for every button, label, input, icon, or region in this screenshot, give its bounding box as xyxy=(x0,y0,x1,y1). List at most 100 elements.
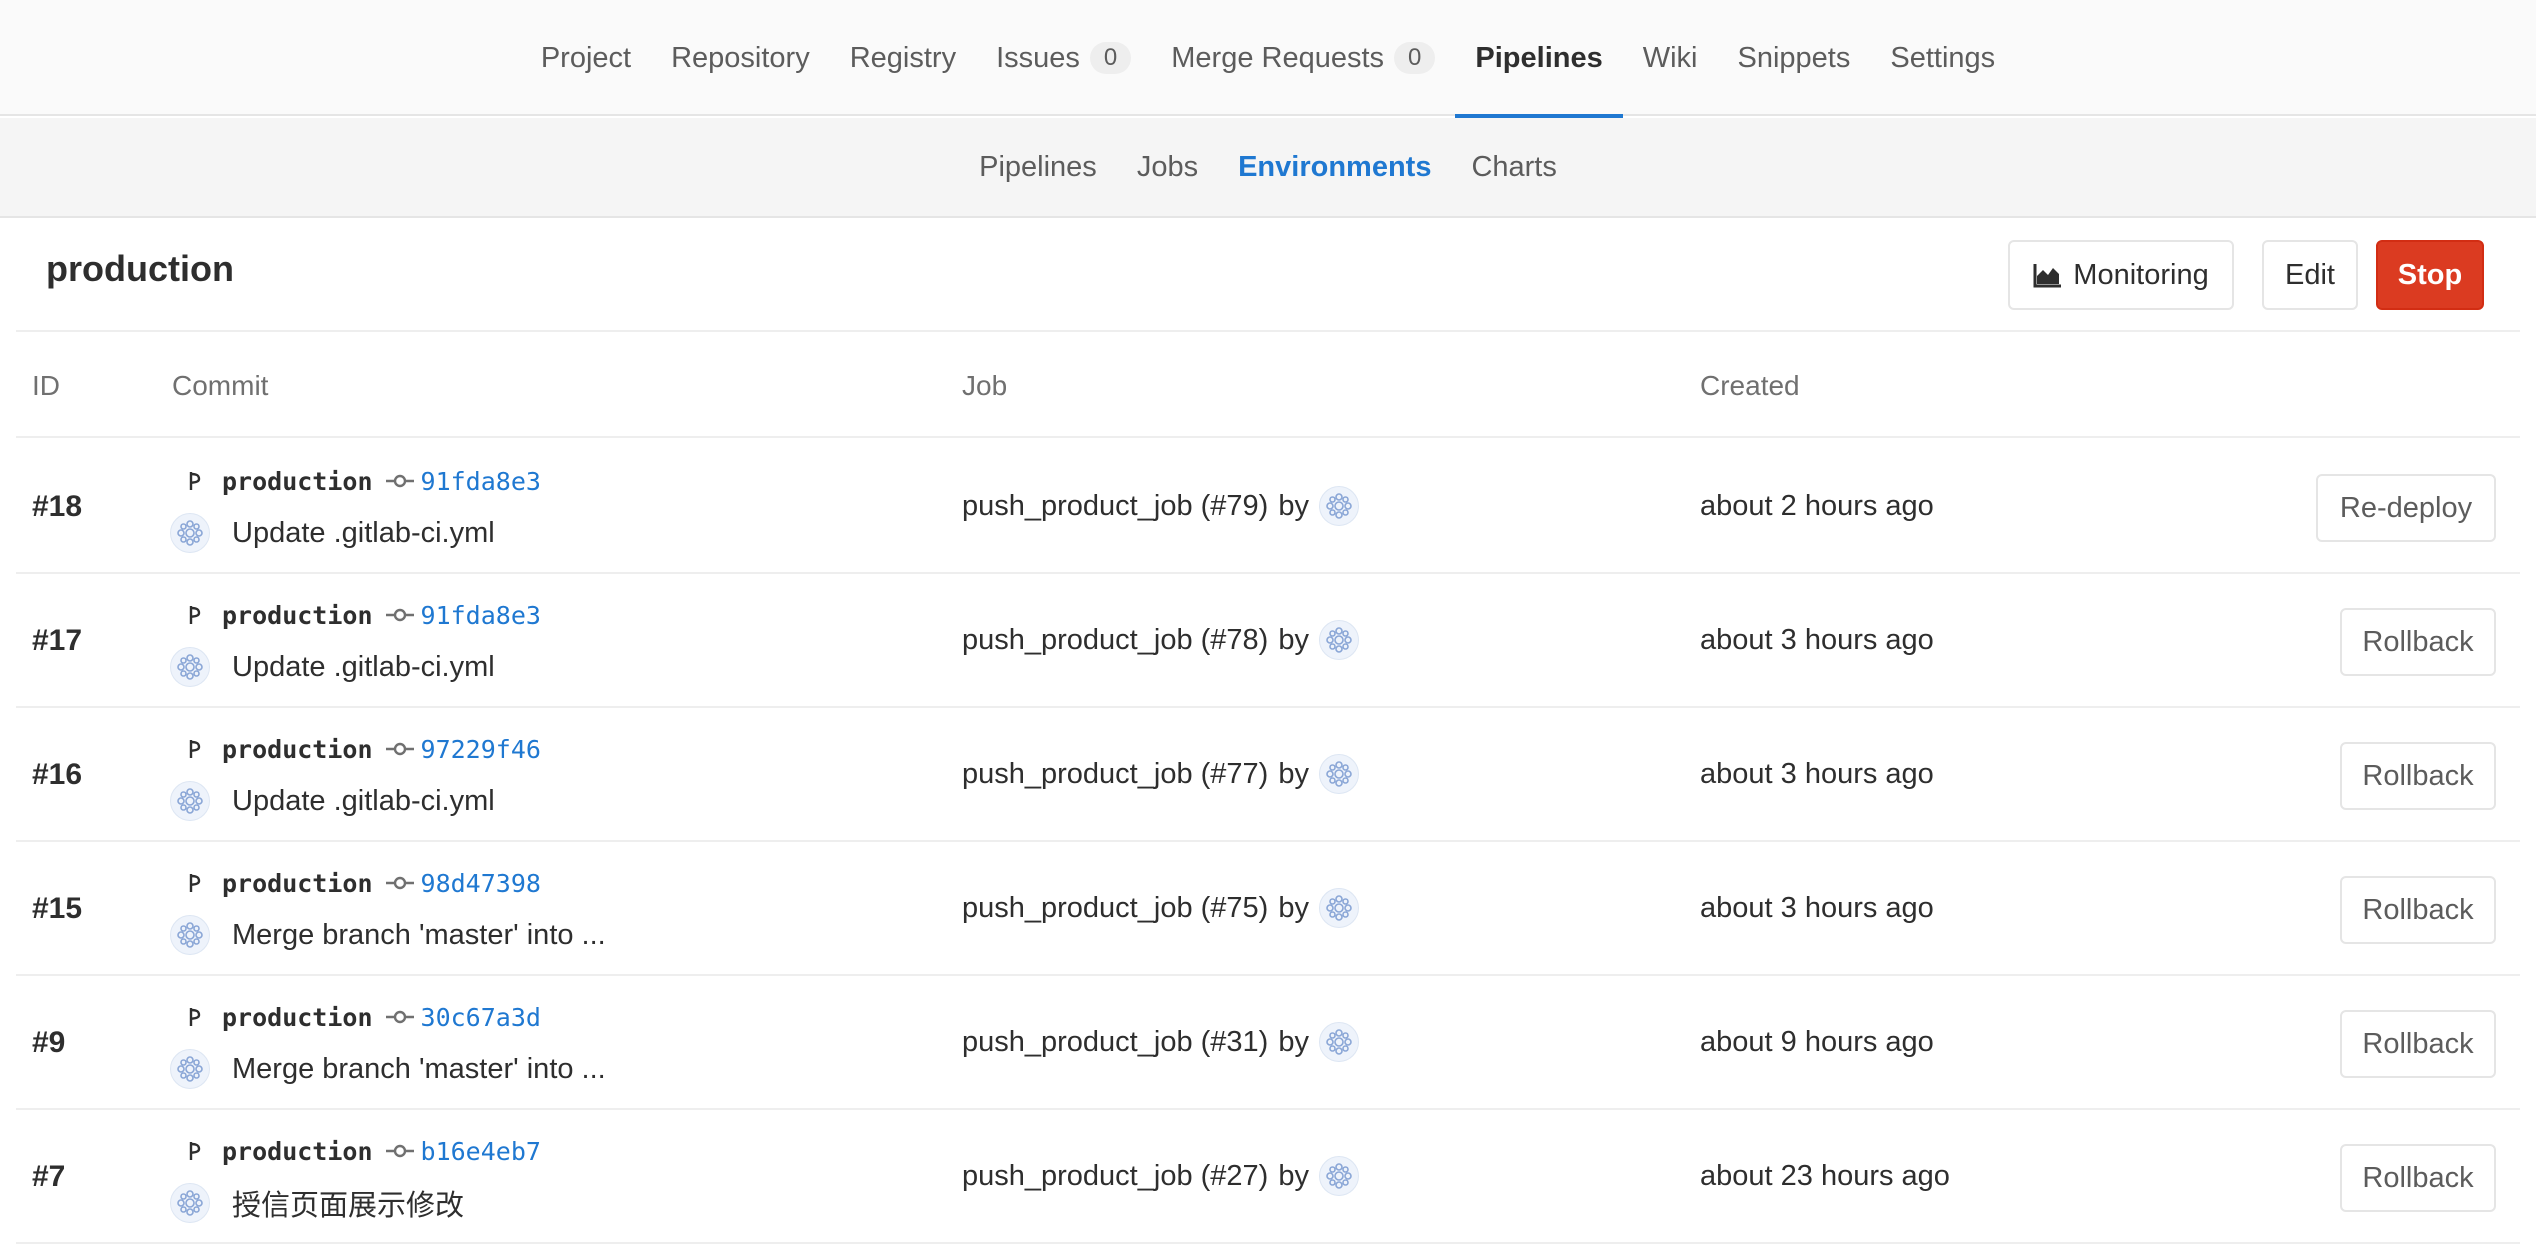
deployment-id: #9 xyxy=(32,1026,66,1059)
monitoring-button[interactable]: Monitoring xyxy=(2008,240,2234,310)
commit-message-link[interactable]: Merge branch 'master' into ... xyxy=(232,919,606,952)
avatar[interactable] xyxy=(170,1049,210,1089)
nav-pipelines[interactable]: Pipelines xyxy=(1455,0,1624,118)
commit-message-link[interactable]: Merge branch 'master' into ... xyxy=(232,1053,606,1086)
branch-name[interactable]: production xyxy=(222,869,373,898)
subnav-jobs[interactable]: Jobs xyxy=(1117,151,1218,184)
created-time: about 3 hours ago xyxy=(1700,624,1934,656)
avatar[interactable] xyxy=(170,1183,210,1223)
deployment-id: #18 xyxy=(32,490,83,523)
avatar[interactable] xyxy=(1318,620,1359,660)
avatar[interactable] xyxy=(1318,888,1359,928)
nav-registry-label: Registry xyxy=(849,41,957,74)
commit-icon xyxy=(385,1134,415,1168)
nav-repository-label: Repository xyxy=(671,41,810,74)
commit-icon xyxy=(385,866,415,900)
nav-merge-requests[interactable]: Merge Requests 0 xyxy=(1151,0,1455,116)
job-cell: push_product_job (#75) by xyxy=(962,888,1359,928)
nav-project-label: Project xyxy=(540,41,632,74)
nav-snippets[interactable]: Snippets xyxy=(1718,0,1871,116)
avatar[interactable] xyxy=(1318,1022,1359,1062)
commit-sha-link[interactable]: 98d47398 xyxy=(421,869,541,898)
nav-issues-label: Issues xyxy=(996,41,1080,74)
nav-settings[interactable]: Settings xyxy=(1870,0,2015,116)
branch-name[interactable]: production xyxy=(222,467,373,496)
commit-message-link[interactable]: Update .gitlab-ci.yml xyxy=(232,785,495,818)
rollback-button[interactable]: Rollback xyxy=(2340,1010,2496,1078)
top-nav: Project Repository Registry Issues 0 Merg… xyxy=(0,0,2536,118)
nav-registry[interactable]: Registry xyxy=(830,0,976,116)
re-deploy-button[interactable]: Re-deploy xyxy=(2316,474,2496,542)
merge-requests-count-badge: 0 xyxy=(1394,42,1436,74)
deployment-id: #15 xyxy=(32,892,83,925)
commit-message-line: Merge branch 'master' into ... xyxy=(170,914,606,956)
avatar[interactable] xyxy=(1318,754,1359,794)
subnav-environments[interactable]: Environments xyxy=(1218,151,1451,184)
commit-sha-link[interactable]: 97229f46 xyxy=(421,735,541,764)
branch-name[interactable]: production xyxy=(222,1137,373,1166)
branch-icon xyxy=(182,464,208,498)
commit-message-line: Update .gitlab-ci.yml xyxy=(170,646,495,688)
nav-issues[interactable]: Issues 0 xyxy=(976,0,1151,116)
by-label: by xyxy=(1278,891,1309,924)
commit-ref-line: production 91fda8e3 xyxy=(182,598,541,632)
rollback-button[interactable]: Rollback xyxy=(2340,742,2496,810)
by-label: by xyxy=(1278,623,1309,656)
commit-message-line: Update .gitlab-ci.yml xyxy=(170,512,495,554)
commit-sha-link[interactable]: 30c67a3d xyxy=(421,1003,541,1032)
stop-button[interactable]: Stop xyxy=(2376,240,2484,310)
avatar[interactable] xyxy=(170,781,210,821)
header-job: Job xyxy=(962,370,1008,401)
rollback-button[interactable]: Rollback xyxy=(2340,1144,2496,1212)
nav-repository[interactable]: Repository xyxy=(651,0,830,116)
commit-icon xyxy=(385,464,415,498)
job-link[interactable]: push_product_job (#75) xyxy=(962,892,1268,925)
commit-message-link[interactable]: 授信页面展示修改 xyxy=(232,1182,464,1224)
commit-ref-line: production 30c67a3d xyxy=(182,1000,541,1034)
job-link[interactable]: push_product_job (#27) xyxy=(962,1160,1268,1193)
nav-wiki[interactable]: Wiki xyxy=(1623,0,1718,116)
table-row: #17 production 91fda8e3 Update .gitlab-c… xyxy=(16,574,2520,708)
nav-project[interactable]: Project xyxy=(521,0,651,116)
avatar[interactable] xyxy=(170,513,210,553)
avatar[interactable] xyxy=(170,647,210,687)
avatar[interactable] xyxy=(170,915,210,955)
issues-count-badge: 0 xyxy=(1089,42,1132,74)
commit-icon xyxy=(385,598,415,632)
deployments-table-header: ID Commit Job Created xyxy=(16,334,2520,438)
commit-sha-link[interactable]: 91fda8e3 xyxy=(421,467,541,496)
sub-nav: Pipelines Jobs Environments Charts xyxy=(0,118,2536,218)
rollback-button[interactable]: Rollback xyxy=(2340,876,2496,944)
environment-header: production Monitoring Edit Stop xyxy=(16,220,2520,332)
commit-message-line: 授信页面展示修改 xyxy=(170,1182,464,1224)
commit-icon xyxy=(385,732,415,766)
branch-name[interactable]: production xyxy=(222,735,373,764)
avatar[interactable] xyxy=(1318,1156,1359,1196)
nav-merge-requests-label: Merge Requests xyxy=(1171,41,1385,74)
created-time: about 23 hours ago xyxy=(1700,1160,1950,1192)
table-row: #7 production b16e4eb7 授信页面展示修改 push_pro… xyxy=(16,1110,2520,1244)
job-cell: push_product_job (#78) by xyxy=(962,620,1359,660)
deployment-id: #7 xyxy=(32,1160,66,1193)
edit-button[interactable]: Edit xyxy=(2262,240,2358,310)
nav-pipelines-label: Pipelines xyxy=(1475,41,1603,74)
created-time: about 3 hours ago xyxy=(1700,892,1934,924)
branch-icon xyxy=(182,732,208,766)
branch-name[interactable]: production xyxy=(222,601,373,630)
job-link[interactable]: push_product_job (#79) xyxy=(962,490,1268,523)
subnav-pipelines[interactable]: Pipelines xyxy=(959,151,1117,184)
commit-message-link[interactable]: Update .gitlab-ci.yml xyxy=(232,651,495,684)
rollback-button[interactable]: Rollback xyxy=(2340,608,2496,676)
commit-sha-link[interactable]: 91fda8e3 xyxy=(421,601,541,630)
job-link[interactable]: push_product_job (#31) xyxy=(962,1026,1268,1059)
commit-sha-link[interactable]: b16e4eb7 xyxy=(421,1137,541,1166)
job-link[interactable]: push_product_job (#78) xyxy=(962,624,1268,657)
commit-message-link[interactable]: Update .gitlab-ci.yml xyxy=(232,517,495,550)
subnav-charts[interactable]: Charts xyxy=(1451,151,1576,184)
avatar[interactable] xyxy=(1318,486,1359,526)
branch-name[interactable]: production xyxy=(222,1003,373,1032)
by-label: by xyxy=(1278,1159,1309,1192)
job-link[interactable]: push_product_job (#77) xyxy=(962,758,1268,791)
job-cell: push_product_job (#79) by xyxy=(962,486,1359,526)
environment-title: production xyxy=(46,248,234,289)
